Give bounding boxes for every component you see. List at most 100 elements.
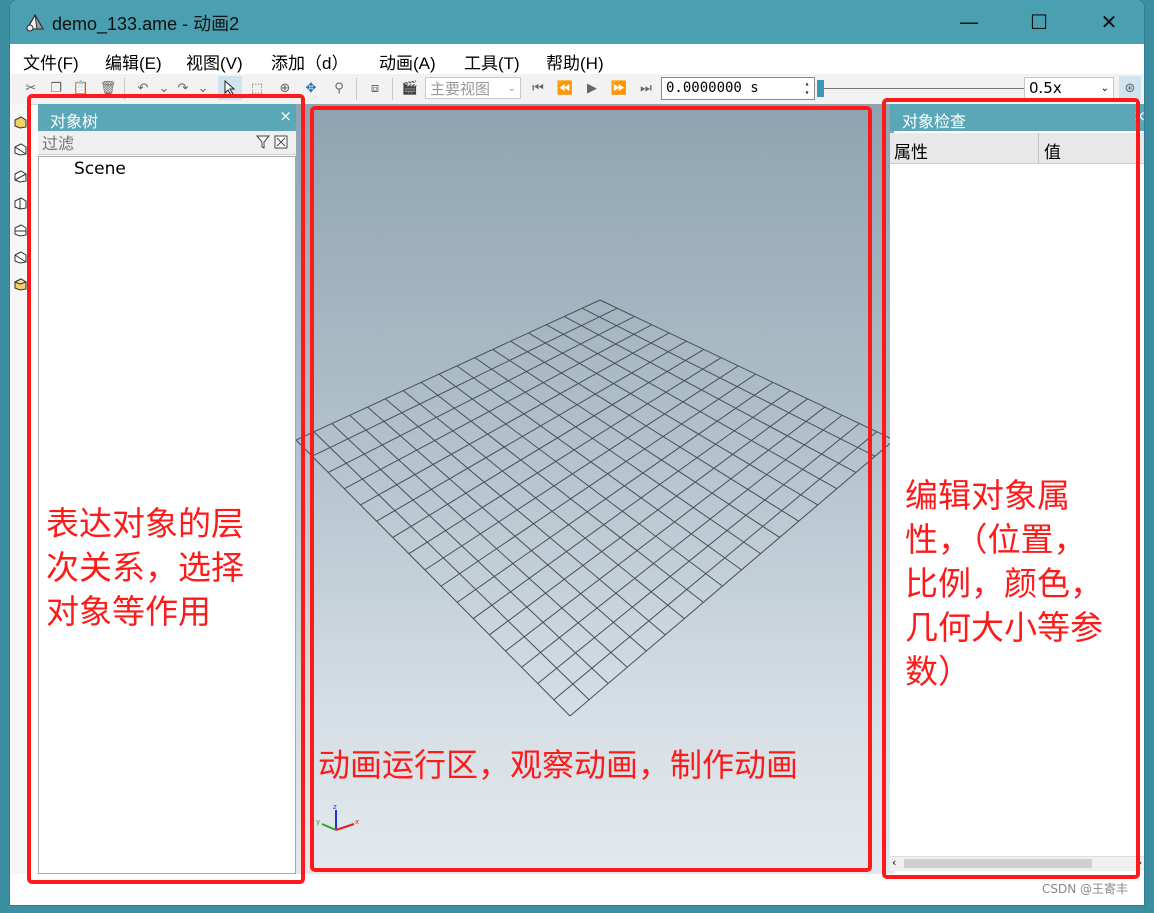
- filter-icon[interactable]: [256, 135, 270, 149]
- cube-icon[interactable]: [14, 116, 27, 129]
- grid-line: [492, 348, 780, 538]
- toolbar-separator: [124, 78, 125, 100]
- timeline-slider-thumb[interactable]: [817, 80, 824, 97]
- property-column-header[interactable]: 属性: [894, 138, 928, 163]
- app-window: demo_133.ame - 动画2 — ☐ ✕ 文件(F) 编辑(E) 视图(…: [10, 0, 1144, 905]
- record-camera-icon[interactable]: ⊛: [1119, 76, 1141, 100]
- watermark: CSDN @王寄丰: [1041, 882, 1128, 896]
- grid-line: [456, 381, 774, 603]
- menu-edit[interactable]: 编辑(E): [105, 49, 162, 74]
- grid-line: [311, 307, 618, 457]
- object-tree-close-button[interactable]: ×: [279, 107, 292, 125]
- chevron-down-icon: ⌄: [507, 82, 516, 94]
- grid-line: [537, 423, 860, 684]
- inspector-horizontal-scrollbar[interactable]: ‹ ›: [890, 856, 1144, 871]
- clear-filter-icon[interactable]: [274, 135, 288, 149]
- inspector-close-button[interactable]: ×: [1133, 107, 1144, 125]
- axis-gizmo-icon: z x y: [316, 803, 359, 831]
- step-back-icon[interactable]: ⏪: [556, 79, 574, 97]
- cube-solid-icon[interactable]: [14, 278, 27, 291]
- object-tree-filter-input[interactable]: [40, 133, 254, 154]
- cube-wire-icon[interactable]: [14, 224, 27, 237]
- paste-icon[interactable]: 📋: [72, 79, 90, 97]
- clapperboard-icon[interactable]: 🎬: [401, 79, 419, 97]
- speed-select[interactable]: 0.5x ⌄: [1024, 77, 1114, 99]
- close-button[interactable]: ✕: [1074, 0, 1144, 44]
- undo-dropdown-icon[interactable]: ⌄: [155, 79, 173, 97]
- window-title: demo_133.ame - 动画2: [52, 14, 240, 34]
- menu-add[interactable]: 添加（d）: [271, 49, 348, 74]
- toolbar: ✂ ❐ 📋 🗑 ↶ ⌄ ↷ ⌄ ⬚ ⊕ ✥ ⚲ ⧈ 🎬 主要视图 ⌄ ⏮ ⏪ ▶…: [10, 74, 1144, 105]
- cube-wire-icon[interactable]: [14, 170, 27, 183]
- value-column-header[interactable]: 值: [1044, 138, 1061, 163]
- inspector-header: 对象检查 ×: [890, 104, 1144, 131]
- menu-help[interactable]: 帮助(H): [546, 49, 604, 74]
- menu-tools[interactable]: 工具(T): [464, 49, 520, 74]
- minimize-button[interactable]: —: [934, 0, 1004, 44]
- grid-line: [402, 390, 685, 619]
- grid-line: [510, 340, 799, 522]
- step-forward-icon[interactable]: ⏩: [610, 79, 628, 97]
- viewport-annotation: 动画运行区，观察动画，制作动画: [318, 746, 799, 784]
- rotate-view-icon[interactable]: ⊕: [276, 79, 294, 97]
- inspector-annotation: 编辑对象属 性，（位置， 比例，颜色， 几何大小等参 数）: [905, 476, 1103, 691]
- scrollbar-thumb[interactable]: [904, 859, 1092, 868]
- redo-dropdown-icon[interactable]: ⌄: [194, 79, 212, 97]
- menu-bar: 文件(F) 编辑(E) 视图(V) 添加（d） 动画(A) 工具(T) 帮助(H…: [10, 44, 1144, 74]
- play-icon[interactable]: ▶: [583, 79, 601, 97]
- add-object-strip: [10, 104, 30, 874]
- tree-node-scene[interactable]: Scene: [74, 159, 126, 179]
- time-value: 0.0000000 s: [666, 80, 759, 96]
- copy-icon[interactable]: ❐: [47, 79, 65, 97]
- pan-icon[interactable]: ✥: [302, 79, 320, 97]
- svg-text:z: z: [333, 803, 337, 811]
- redo-icon[interactable]: ↷: [174, 79, 192, 97]
- inspector-column-header: 属性 值: [890, 133, 1144, 164]
- cube-wire-icon[interactable]: [14, 251, 27, 264]
- grid-line: [331, 423, 609, 684]
- grid-line: [505, 406, 826, 652]
- cut-icon[interactable]: ✂: [22, 79, 40, 97]
- inspector-title: 对象检查: [902, 112, 967, 131]
- object-tree-header: 对象树 ×: [38, 104, 296, 131]
- rewind-start-icon[interactable]: ⏮: [529, 79, 547, 97]
- object-tree-title: 对象树: [50, 112, 99, 131]
- column-divider[interactable]: [1038, 133, 1039, 164]
- grid-line: [581, 307, 876, 457]
- grid-line: [553, 431, 878, 701]
- menu-animation[interactable]: 动画(A): [379, 49, 436, 74]
- grid-line: [424, 365, 739, 571]
- fit-view-icon[interactable]: ⧈: [366, 79, 384, 97]
- time-spinner[interactable]: ▴ ▾: [802, 79, 812, 98]
- timeline-track[interactable]: [820, 88, 1024, 89]
- box-select-icon[interactable]: ⬚: [248, 79, 266, 97]
- scroll-right-icon[interactable]: ›: [1138, 856, 1142, 869]
- skip-end-icon[interactable]: ⏭: [637, 79, 655, 97]
- undo-icon[interactable]: ↶: [134, 79, 152, 97]
- maximize-button[interactable]: ☐: [1004, 0, 1074, 44]
- menu-view[interactable]: 视图(V): [186, 49, 243, 74]
- svg-text:y: y: [316, 818, 320, 826]
- cube-wire-icon[interactable]: [14, 197, 27, 210]
- view-select-value: 主要视图: [430, 79, 491, 98]
- status-area: [10, 874, 1144, 905]
- menu-file[interactable]: 文件(F): [23, 49, 79, 74]
- toolbar-separator: [356, 78, 357, 100]
- grid-line: [528, 332, 819, 506]
- grid-line: [296, 299, 601, 441]
- grid-line: [349, 414, 628, 668]
- zoom-icon[interactable]: ⚲: [330, 79, 348, 97]
- time-input[interactable]: 0.0000000 s ▴ ▾: [661, 77, 815, 100]
- chevron-down-icon: ⌄: [1100, 82, 1109, 94]
- grid-line: [599, 299, 894, 441]
- cube-wire-icon[interactable]: [14, 143, 27, 156]
- select-pointer-icon[interactable]: [218, 76, 242, 100]
- object-tree-filter-row: [38, 131, 296, 155]
- view-select[interactable]: 主要视图 ⌄: [425, 77, 521, 99]
- scroll-left-icon[interactable]: ‹: [892, 856, 896, 869]
- object-tree-annotation: 表达对象的层 次关系，选择 对象等作用: [46, 504, 244, 631]
- title-bar[interactable]: demo_133.ame - 动画2 — ☐ ✕: [10, 0, 1144, 44]
- grid-line: [367, 406, 647, 652]
- grid-line: [473, 390, 791, 619]
- delete-icon[interactable]: 🗑: [99, 79, 117, 97]
